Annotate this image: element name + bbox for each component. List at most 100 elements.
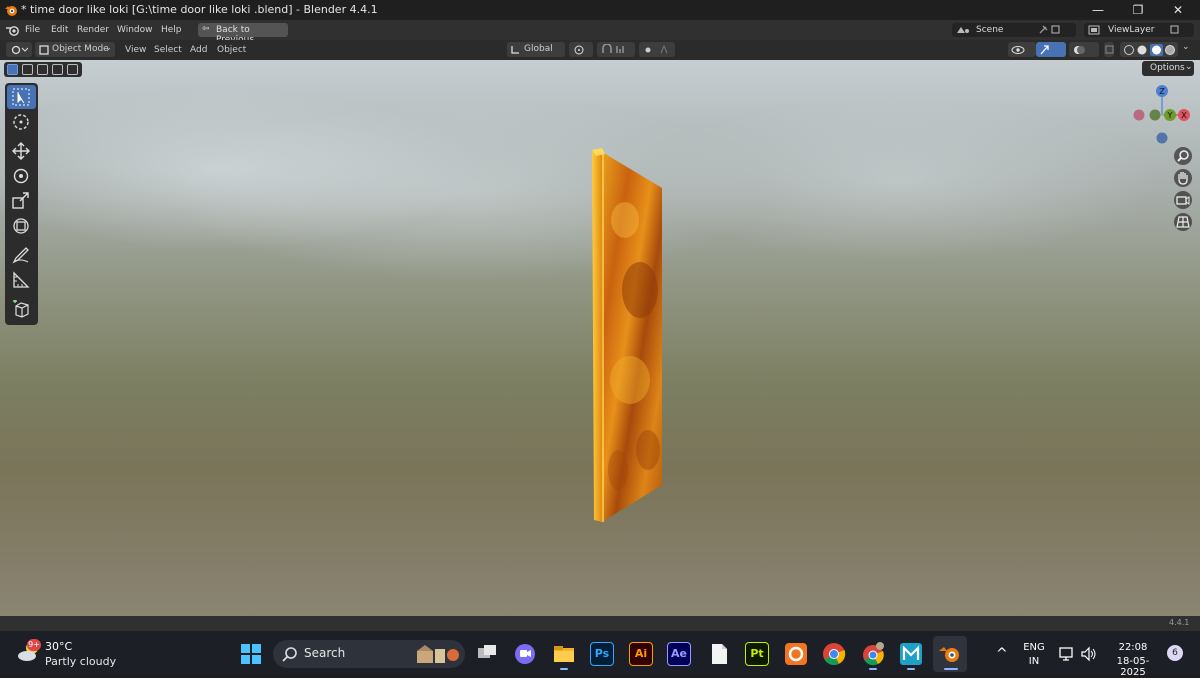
close-button[interactable]: ✕	[1158, 0, 1198, 20]
menu-help[interactable]: Help	[161, 25, 182, 35]
camera-icon	[1174, 191, 1192, 209]
painter-app[interactable]: Pt	[745, 642, 769, 666]
view-layer-name: ViewLayer	[1108, 25, 1155, 35]
scene-selector[interactable]: Scene	[952, 23, 1076, 37]
blender-taskbar-icon[interactable]	[938, 642, 962, 666]
tray-chevron-icon[interactable]: ^	[996, 646, 1008, 662]
new-scene-icon[interactable]	[1051, 25, 1061, 35]
photoshop-app[interactable]: Ps	[590, 642, 614, 666]
selection-mode-buttons[interactable]	[4, 62, 82, 77]
proportional-editing-button[interactable]	[639, 42, 675, 57]
cursor-tool[interactable]	[7, 110, 36, 134]
illustrator-app[interactable]: Ai	[629, 642, 653, 666]
editor-type-button[interactable]	[6, 42, 32, 57]
pan-tool[interactable]	[1172, 168, 1194, 188]
menu-render[interactable]: Render	[77, 25, 109, 35]
rotate-icon	[13, 168, 29, 184]
overlays-button[interactable]	[1069, 42, 1099, 57]
media-running-indicator	[907, 668, 915, 670]
select-subtract-icon[interactable]	[37, 64, 48, 75]
menu-file[interactable]: File	[25, 25, 40, 35]
after-effects-app[interactable]: Ae	[667, 642, 691, 666]
clock-time[interactable]: 22:08	[1104, 642, 1162, 653]
pin-icon[interactable]	[1038, 25, 1048, 35]
weather-badge: 9+	[27, 639, 41, 651]
measure-tool[interactable]	[7, 268, 36, 292]
window-title: * time door like loki [G:\time door like…	[21, 3, 378, 16]
menu-select[interactable]: Select	[154, 45, 182, 55]
snap-button[interactable]	[597, 42, 635, 57]
overlays-icon	[1074, 46, 1085, 54]
region-indicator[interactable]: IN	[1023, 656, 1045, 667]
select-new-icon[interactable]	[7, 64, 18, 75]
zoom-tool[interactable]	[1172, 146, 1194, 166]
wireframe-shading-icon	[1124, 45, 1134, 55]
rotate-tool[interactable]	[7, 164, 36, 188]
scale-tool[interactable]	[7, 189, 36, 213]
gizmo-neg-y-axis[interactable]	[1149, 109, 1161, 121]
options-button[interactable]: Options ⌄	[1142, 61, 1194, 76]
select-intersect-icon[interactable]	[67, 64, 78, 75]
annotate-tool[interactable]	[7, 243, 36, 267]
mode-dropdown[interactable]: Object Mode ⌄	[35, 42, 115, 57]
crunchyroll-icon[interactable]	[784, 642, 808, 666]
weather-temperature[interactable]: 30°C	[45, 640, 72, 653]
weather-description[interactable]: Partly cloudy	[45, 655, 116, 668]
shading-options-chevron-icon[interactable]: ⌄	[1182, 42, 1190, 52]
annotate-pencil-icon	[12, 247, 29, 264]
chrome-profile-icon[interactable]	[861, 642, 885, 666]
shading-mode-buttons[interactable]	[1120, 42, 1178, 57]
navigation-gizmo[interactable]: Z X Y	[1128, 82, 1194, 148]
notification-badge[interactable]: 6	[1167, 645, 1183, 661]
camera-view-tool[interactable]	[1172, 190, 1194, 210]
transform-tool[interactable]	[7, 214, 36, 238]
perspective-toggle[interactable]	[1172, 212, 1194, 232]
menu-view[interactable]: View	[125, 45, 146, 55]
select-extend-icon[interactable]	[22, 64, 33, 75]
zoom-magnifier-icon	[1174, 147, 1192, 165]
maximize-button[interactable]: ❐	[1118, 0, 1158, 20]
transform-orientation-dropdown[interactable]: Global	[507, 42, 565, 57]
new-view-layer-icon[interactable]	[1170, 25, 1180, 35]
minimize-button[interactable]: —	[1078, 0, 1118, 20]
task-view-icon[interactable]	[475, 642, 499, 666]
select-box-tool[interactable]	[7, 85, 36, 109]
visibility-button[interactable]	[1008, 42, 1036, 57]
tool-shelf	[5, 83, 38, 325]
menu-object[interactable]: Object	[217, 45, 246, 55]
menu-add[interactable]: Add	[190, 45, 207, 55]
pivot-point-button[interactable]	[569, 42, 593, 57]
photoshop-label: Ps	[594, 647, 610, 660]
network-icon[interactable]	[1058, 646, 1076, 662]
notepad-icon[interactable]	[707, 642, 731, 666]
menu-edit[interactable]: Edit	[51, 25, 68, 35]
select-invert-icon[interactable]	[52, 64, 63, 75]
add-cube-tool[interactable]	[7, 297, 36, 321]
gizmo-neg-x-axis[interactable]	[1133, 109, 1145, 121]
chrome-icon[interactable]	[822, 642, 846, 666]
gizmo-toggle-button[interactable]	[1036, 42, 1066, 57]
solid-shading-icon	[1137, 45, 1147, 55]
windows-start-icon[interactable]	[240, 643, 262, 665]
pivot-icon	[574, 45, 584, 55]
language-indicator[interactable]: ENG	[1023, 642, 1045, 653]
menu-window[interactable]: Window	[117, 25, 153, 35]
file-explorer-icon[interactable]	[552, 642, 576, 666]
back-arrow-icon: ⇦	[202, 24, 210, 34]
view-layer-selector[interactable]: ViewLayer	[1084, 23, 1194, 37]
3d-viewport[interactable]	[0, 60, 1200, 616]
xray-button[interactable]	[1104, 42, 1114, 57]
painter-label: Pt	[750, 647, 764, 660]
gizmo-y-label: Y	[1167, 111, 1173, 120]
media-app-icon[interactable]	[899, 642, 923, 666]
door-object[interactable]	[0, 60, 1200, 616]
teams-chat-icon[interactable]	[513, 642, 537, 666]
rendered-shading-icon	[1165, 45, 1175, 55]
back-to-previous-button[interactable]: ⇦ Back to Previous	[198, 23, 288, 45]
gizmo-neg-z-axis[interactable]	[1156, 132, 1168, 144]
move-tool[interactable]	[7, 139, 36, 163]
blender-menu-icon[interactable]	[6, 24, 20, 36]
volume-icon[interactable]	[1080, 646, 1098, 662]
taskbar-search[interactable]: Search	[273, 640, 465, 668]
orientation-icon	[511, 46, 519, 54]
